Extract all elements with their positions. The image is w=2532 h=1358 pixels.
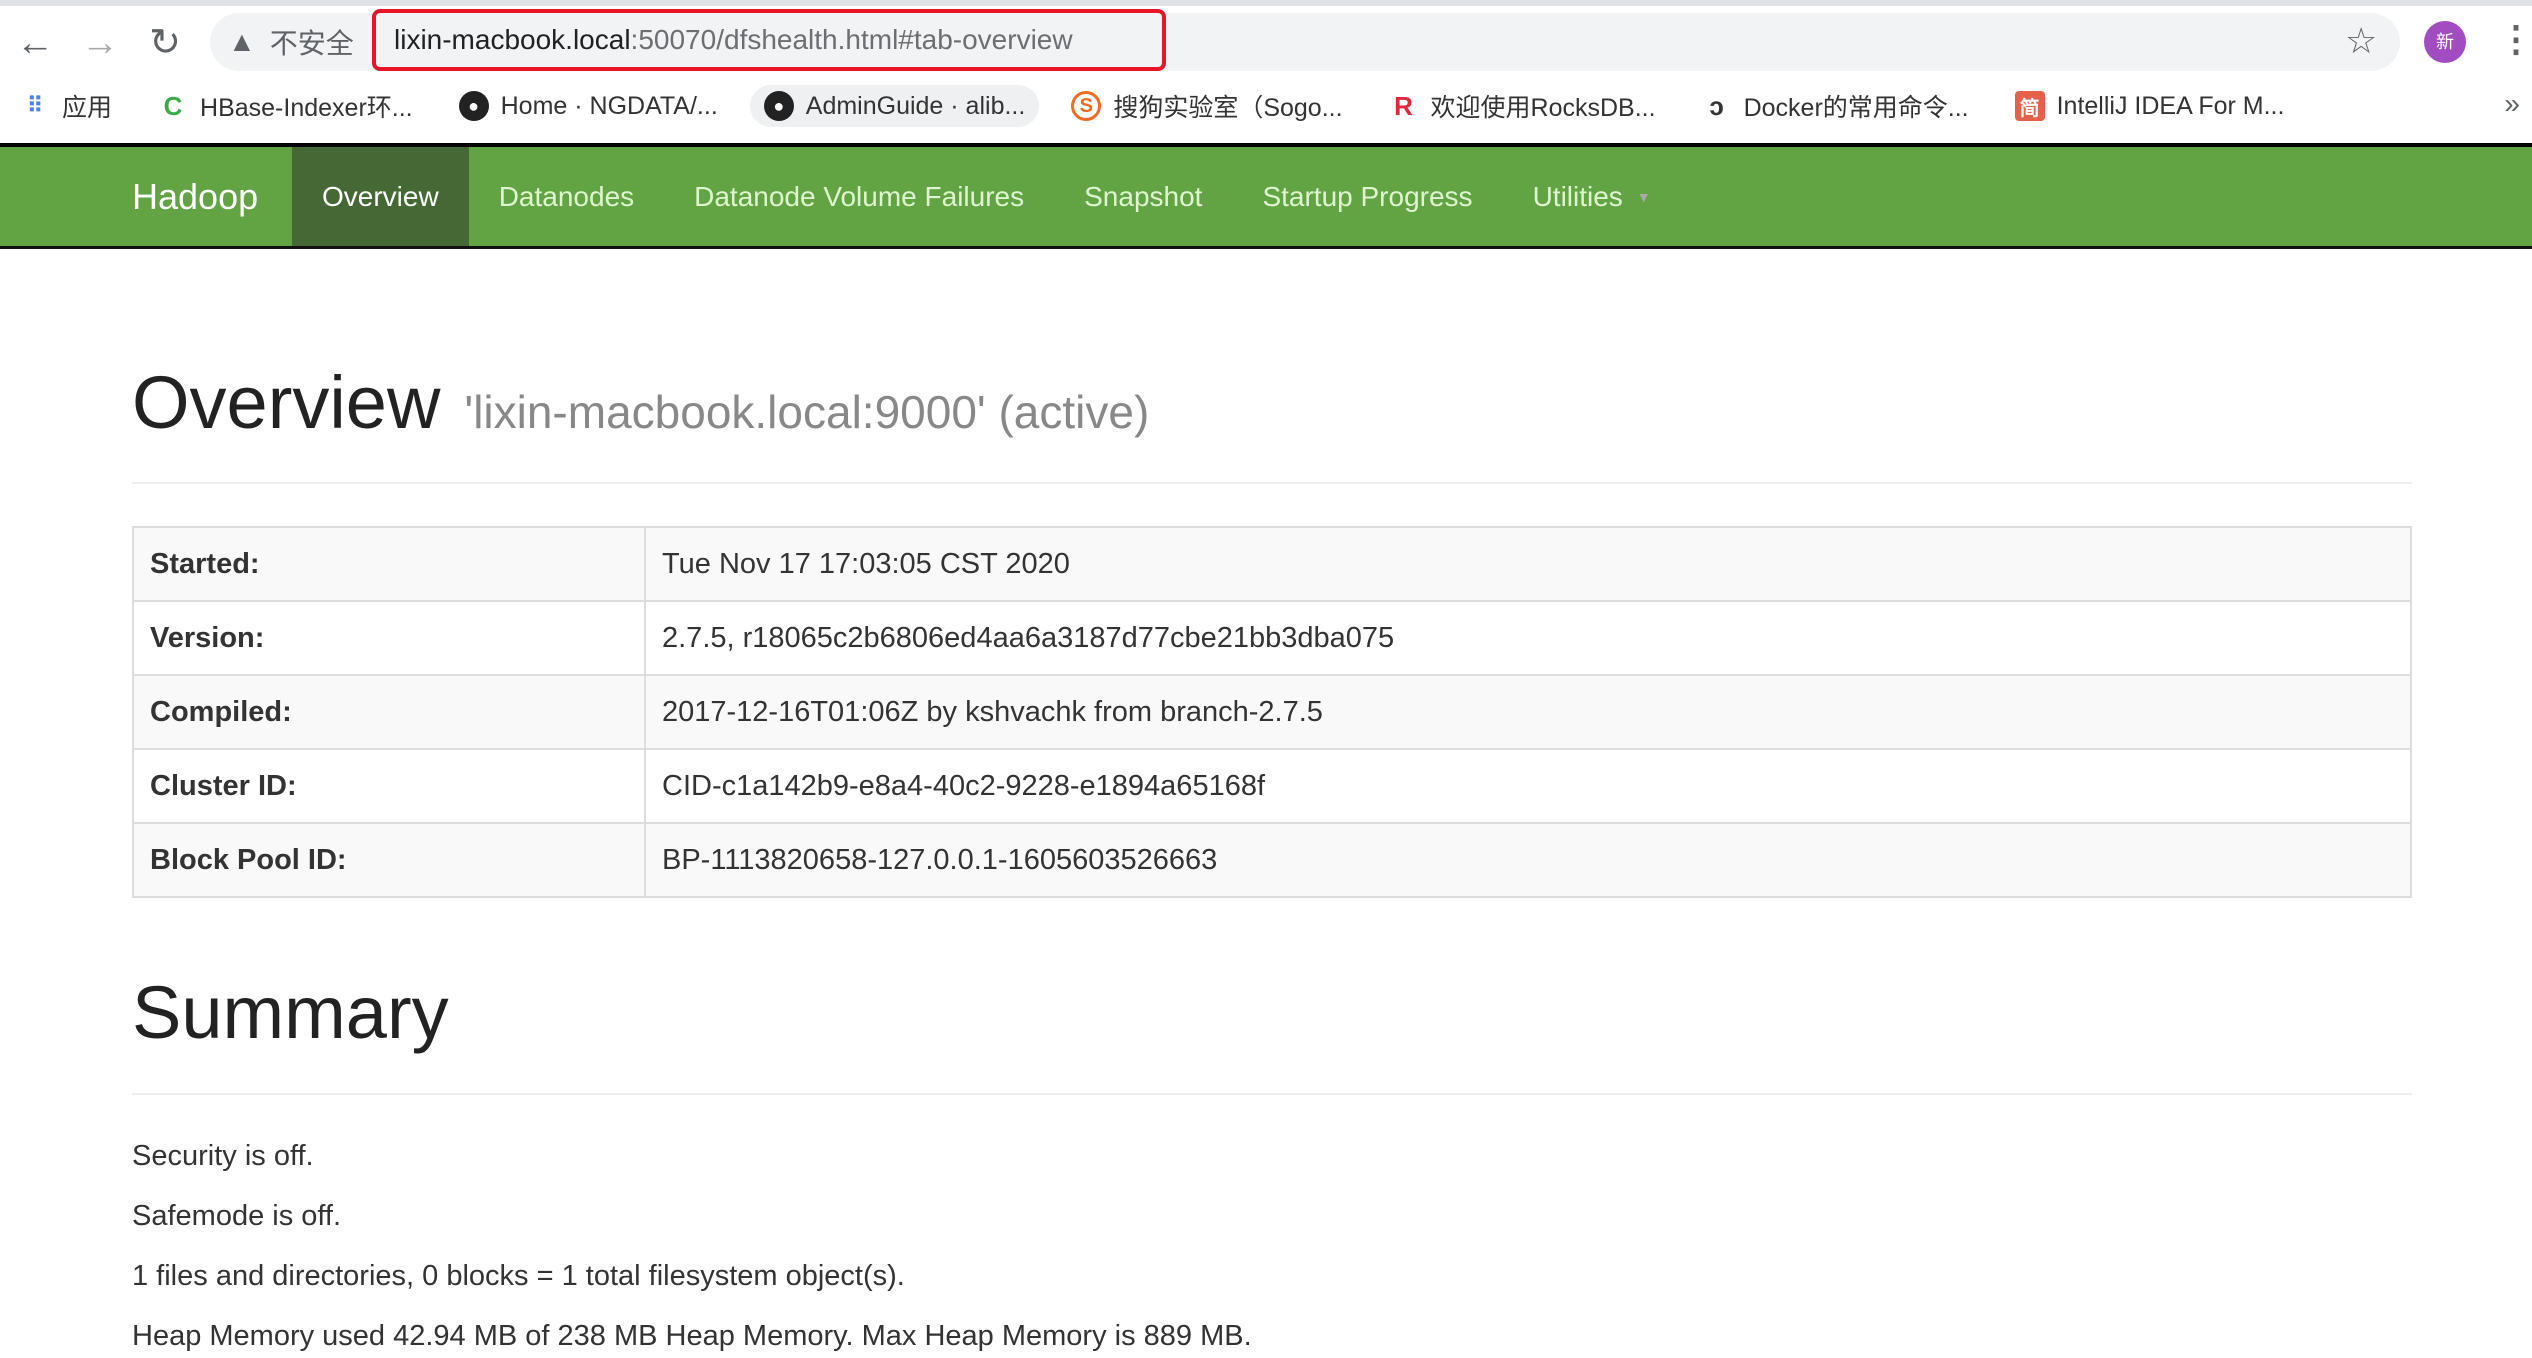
table-row: Compiled: 2017-12-16T01:06Z by kshvachk f… xyxy=(132,674,2412,750)
bookmark-intellij[interactable]: 简 IntelliJ IDEA For M... xyxy=(2014,91,2285,121)
nav-utilities[interactable]: Utilities ▼ xyxy=(1503,147,1681,246)
summary-heading: Summary xyxy=(132,971,449,1054)
bookmark-label: 欢迎使用RocksDB... xyxy=(1430,94,1656,122)
overview-table: Started: Tue Nov 17 17:03:05 CST 2020 Ver… xyxy=(132,526,2412,898)
divider xyxy=(132,482,2412,484)
tab-strip xyxy=(0,0,2532,6)
navbar: Hadoop Overview Datanodes Datanode Volum… xyxy=(0,143,2532,249)
bookmark-label: Docker的常用命令... xyxy=(1743,94,1969,122)
browser-menu-icon[interactable]: ⋮ xyxy=(2498,18,2532,60)
url-host: lixin-macbook.local xyxy=(394,24,631,55)
row-key: Started: xyxy=(132,526,646,602)
nav-overview[interactable]: Overview xyxy=(292,147,469,246)
security-label: 不安全 xyxy=(269,28,354,59)
github-icon: ● xyxy=(458,91,489,121)
table-row: Started: Tue Nov 17 17:03:05 CST 2020 xyxy=(132,526,2412,602)
forward-icon[interactable]: → xyxy=(75,18,125,68)
security-status: Security is off. xyxy=(132,1140,314,1172)
docker-blog-icon: ↄ xyxy=(1709,90,1724,121)
nav-datanode-volume-failures[interactable]: Datanode Volume Failures xyxy=(664,147,1054,246)
nav-snapshot[interactable]: Snapshot xyxy=(1054,147,1232,246)
more-bookmarks-icon[interactable]: » xyxy=(2504,88,2520,120)
filesystem-objects: 1 files and directories, 0 blocks = 1 to… xyxy=(132,1260,905,1292)
overview-heading: Overview 'lixin-macbook.local:9000' (acti… xyxy=(132,360,1149,445)
bookmark-star-icon[interactable]: ☆ xyxy=(2345,20,2377,62)
nav-startup-progress[interactable]: Startup Progress xyxy=(1232,147,1502,246)
reload-icon[interactable]: ↻ xyxy=(140,18,190,68)
rocksdb-icon: R xyxy=(1394,90,1413,121)
table-row: Cluster ID: CID-c1a142b9-e8a4-40c2-9228-e… xyxy=(132,748,2412,824)
bookmark-ngdata[interactable]: ● Home · NGDATA/... xyxy=(458,91,718,121)
bookmark-label: 应用 xyxy=(62,94,113,122)
row-key: Version: xyxy=(132,600,646,676)
url-path: :50070/dfshealth.html#tab-overview xyxy=(630,24,1073,55)
row-key: Cluster ID: xyxy=(132,748,646,824)
nav-datanodes[interactable]: Datanodes xyxy=(469,147,664,246)
bookmark-apps[interactable]: ⠿ 应用 xyxy=(20,88,112,124)
security-indicator[interactable]: ▲ 不安全 xyxy=(228,13,354,71)
warning-icon: ▲ xyxy=(228,26,256,57)
nav-utilities-label: Utilities xyxy=(1532,180,1623,212)
jianshu-icon: 简 xyxy=(2014,91,2045,121)
page-subtitle: 'lixin-macbook.local:9000' (active) xyxy=(464,386,1150,438)
bookmark-rocksdb[interactable]: R 欢迎使用RocksDB... xyxy=(1389,88,1656,124)
row-value: BP-1113820658-127.0.0.1-1605603526663 xyxy=(644,822,2412,898)
bookmark-label: IntelliJ IDEA For M... xyxy=(2056,91,2285,120)
row-key: Block Pool ID: xyxy=(132,822,646,898)
profile-avatar[interactable]: 新 xyxy=(2424,21,2466,63)
row-value: 2017-12-16T01:06Z by kshvachk from branc… xyxy=(644,674,2412,750)
github-icon: ● xyxy=(763,91,794,121)
c-logo-icon: C xyxy=(163,90,183,121)
table-row: Version: 2.7.5, r18065c2b6806ed4aa6a3187d… xyxy=(132,600,2412,676)
bookmark-label: 搜狗实验室（Sogo... xyxy=(1113,94,1343,122)
sogou-icon: S xyxy=(1071,91,1102,121)
row-value: Tue Nov 17 17:03:05 CST 2020 xyxy=(644,526,2412,602)
table-row: Block Pool ID: BP-1113820658-127.0.0.1-16… xyxy=(132,822,2412,898)
bookmarks-bar: ⠿ 应用 C HBase-Indexer环... ● Home · NGDATA/..… xyxy=(20,82,2330,130)
back-icon[interactable]: ← xyxy=(10,18,60,68)
bookmark-label: AdminGuide · alib... xyxy=(805,91,1026,120)
heap-memory: Heap Memory used 42.94 MB of 238 MB Heap… xyxy=(132,1320,1252,1352)
bookmark-label: HBase-Indexer环... xyxy=(200,94,413,122)
bookmark-docker[interactable]: ↄ Docker的常用命令... xyxy=(1702,88,1969,124)
row-value: CID-c1a142b9-e8a4-40c2-9228-e1894a65168f xyxy=(644,748,2412,824)
safemode-status: Safemode is off. xyxy=(132,1200,342,1232)
divider xyxy=(132,1093,2412,1095)
bookmark-label: Home · NGDATA/... xyxy=(500,91,718,120)
bookmark-hbase-indexer[interactable]: C HBase-Indexer环... xyxy=(158,88,413,124)
bookmark-adminguide[interactable]: ● AdminGuide · alib... xyxy=(749,85,1040,127)
caret-down-icon: ▼ xyxy=(1636,188,1651,205)
row-key: Compiled: xyxy=(132,674,646,750)
brand-link[interactable]: Hadoop xyxy=(0,147,292,246)
url-input[interactable]: lixin-macbook.local:50070/dfshealth.html… xyxy=(372,9,1166,71)
apps-grid-icon: ⠿ xyxy=(26,93,44,118)
page-title: Overview xyxy=(132,361,441,444)
bookmark-sogou[interactable]: S 搜狗实验室（Sogo... xyxy=(1071,88,1343,124)
row-value: 2.7.5, r18065c2b6806ed4aa6a3187d77cbe21b… xyxy=(644,600,2412,676)
